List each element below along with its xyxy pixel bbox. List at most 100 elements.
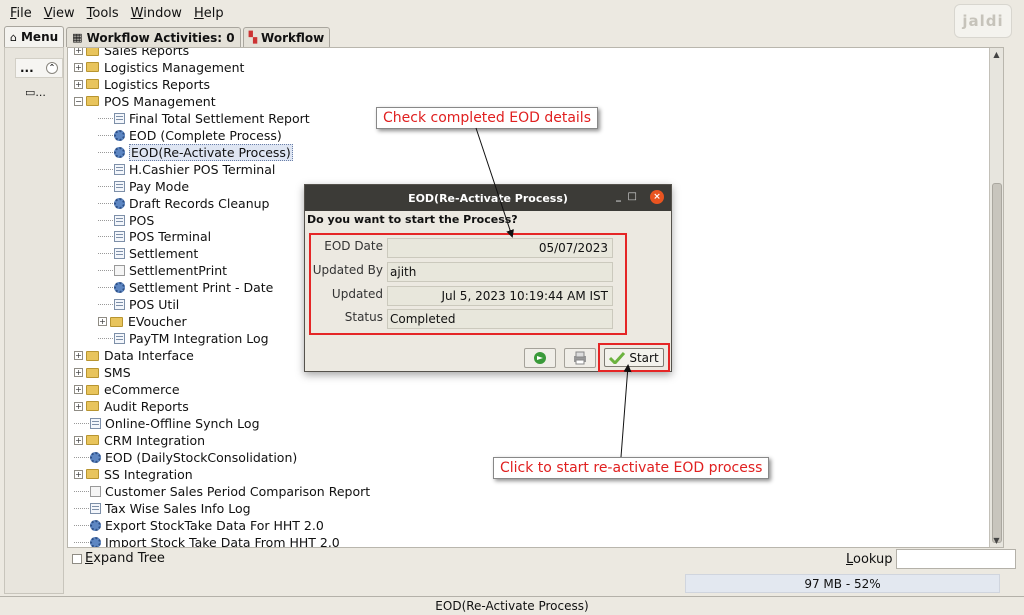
- callout-click-start: Click to start re-activate EOD process: [493, 457, 770, 479]
- tree-item-label: Tax Wise Sales Info Log: [105, 500, 251, 516]
- tree-item-label: Export StockTake Data For HHT 2.0: [105, 517, 324, 533]
- callout-check-details: Check completed EOD details: [376, 107, 598, 129]
- print-button[interactable]: [564, 348, 596, 368]
- expand-icon[interactable]: +: [74, 48, 83, 55]
- tree-item[interactable]: Export StockTake Data For HHT 2.0: [74, 517, 324, 534]
- eod-date-field: 05/07/2023: [387, 238, 613, 258]
- tree-item[interactable]: − POS Management: [74, 93, 216, 110]
- expand-icon[interactable]: +: [98, 317, 107, 327]
- dialog-title-bar[interactable]: EOD(Re-Activate Process) _ □ ×: [305, 185, 671, 211]
- expand-icon[interactable]: +: [74, 62, 83, 72]
- tree-item[interactable]: + Audit Reports: [74, 398, 189, 415]
- start-button[interactable]: Start: [604, 348, 664, 367]
- tree-item-label: Final Total Settlement Report: [129, 110, 310, 126]
- folder-icon: [86, 62, 99, 73]
- scroll-down-icon[interactable]: ▼: [990, 534, 1003, 547]
- folder-icon: [86, 79, 99, 90]
- workflow-icon: ▚: [248, 31, 258, 44]
- tree-item[interactable]: + CRM Integration: [74, 432, 205, 449]
- tree-item-label: eCommerce: [104, 382, 180, 397]
- tree-item[interactable]: Customer Sales Period Comparison Report: [74, 483, 370, 500]
- menu-window[interactable]: Window: [125, 6, 188, 21]
- tree-item[interactable]: + Sales Reports: [74, 47, 190, 59]
- menu-tools[interactable]: Tools: [81, 6, 125, 21]
- menu-file[interactable]: File: [4, 6, 38, 21]
- tree-item[interactable]: POS: [98, 212, 154, 229]
- tree-item-label: Data Interface: [104, 348, 194, 364]
- folder-icon: [110, 316, 123, 327]
- tab-menu[interactable]: ⌂ Menu: [4, 26, 65, 47]
- tree-item-label: POS Terminal: [129, 229, 212, 245]
- tab-workflow[interactable]: ▚ Workflow: [242, 27, 331, 47]
- left-panel-header[interactable]: ... ⌃: [15, 58, 63, 78]
- close-icon[interactable]: ×: [650, 190, 664, 204]
- expand-icon[interactable]: +: [74, 435, 83, 445]
- scroll-thumb[interactable]: [992, 183, 1002, 543]
- vertical-scrollbar[interactable]: ▲ ▼: [989, 48, 1003, 547]
- menu-view[interactable]: View: [38, 6, 81, 21]
- form-icon: [114, 180, 125, 192]
- tree-item[interactable]: + Data Interface: [74, 347, 194, 364]
- status-bar: EOD(Re-Activate Process): [0, 596, 1024, 615]
- process-gear-icon: [114, 197, 125, 209]
- printer-icon: [574, 351, 586, 365]
- expand-icon[interactable]: +: [74, 401, 83, 411]
- tree-item-label: Sales Reports: [104, 47, 190, 58]
- minimize-icon[interactable]: _: [616, 191, 621, 202]
- tree-item[interactable]: Draft Records Cleanup: [98, 195, 270, 212]
- tree-item[interactable]: Import Stock Take Data From HHT 2.0: [74, 534, 340, 548]
- expand-icon[interactable]: +: [74, 351, 83, 361]
- updated-label: Updated: [331, 287, 383, 301]
- tree-item[interactable]: Pay Mode: [98, 178, 189, 195]
- dialog-question: Do you want to start the Process?: [307, 213, 518, 226]
- tree-item-label: Import Stock Take Data From HHT 2.0: [105, 534, 340, 548]
- scroll-up-icon[interactable]: ▲: [990, 48, 1003, 61]
- folder-icon: [86, 435, 99, 446]
- process-gear-icon: [90, 519, 101, 531]
- tree-item[interactable]: POS Terminal: [98, 228, 211, 245]
- tree-item[interactable]: POS Util: [98, 296, 179, 313]
- folder-icon: [86, 469, 99, 480]
- expand-icon[interactable]: +: [74, 79, 83, 89]
- tree-item[interactable]: EOD (DailyStockConsolidation): [74, 449, 297, 466]
- tree-item[interactable]: + SS Integration: [74, 466, 193, 483]
- expand-tree-checkbox[interactable]: Expand Tree: [72, 551, 165, 566]
- form-icon: [114, 231, 125, 243]
- tree-item[interactable]: + SMS: [74, 364, 131, 381]
- process-gear-icon: [114, 146, 125, 158]
- maximize-icon[interactable]: □: [628, 191, 637, 202]
- tree-item[interactable]: PayTM Integration Log: [98, 330, 269, 347]
- menu-help[interactable]: Help: [188, 6, 230, 21]
- tree-item[interactable]: + eCommerce: [74, 381, 180, 398]
- tree-item-label: PayTM Integration Log: [129, 331, 269, 347]
- collapse-icon[interactable]: −: [74, 96, 83, 106]
- tree-item[interactable]: + EVoucher: [98, 313, 187, 330]
- lookup-input[interactable]: [896, 549, 1016, 569]
- tree-item[interactable]: Final Total Settlement Report: [98, 110, 310, 127]
- tree-item[interactable]: Settlement Print - Date: [98, 279, 273, 296]
- expand-icon[interactable]: +: [74, 385, 83, 394]
- eod-details-highlight: EOD Date 05/07/2023 Updated By ajith Upd…: [309, 233, 627, 335]
- collapse-up-icon[interactable]: ⌃: [46, 62, 58, 74]
- expand-icon[interactable]: +: [74, 368, 83, 378]
- tree-item[interactable]: Tax Wise Sales Info Log: [74, 500, 251, 517]
- tree-item[interactable]: Settlement: [98, 245, 198, 262]
- tab-workflow-activities[interactable]: ▦ Workflow Activities: 0: [66, 27, 241, 47]
- expand-icon[interactable]: +: [74, 469, 83, 479]
- tree-item[interactable]: Online-Offline Synch Log: [74, 415, 260, 432]
- updated-by-field: ajith: [387, 262, 613, 282]
- tree-item[interactable]: EOD(Re-Activate Process): [98, 143, 293, 161]
- tree-item[interactable]: H.Cashier POS Terminal: [98, 161, 275, 178]
- tree-item[interactable]: SettlementPrint: [98, 262, 227, 279]
- folder-icon: [86, 96, 99, 107]
- form-icon: [90, 502, 101, 514]
- tree-item[interactable]: + Logistics Reports: [74, 76, 210, 93]
- left-panel-item[interactable]: ▭...: [25, 86, 46, 99]
- tree-item[interactable]: EOD (Complete Process): [98, 127, 282, 144]
- tree-item[interactable]: + Logistics Management: [74, 59, 244, 76]
- eod-date-label: EOD Date: [324, 239, 383, 253]
- jaldi-logo: jaldi: [954, 4, 1012, 38]
- refresh-button[interactable]: [524, 348, 556, 368]
- tree-item-label: EOD (Complete Process): [129, 127, 282, 143]
- checkbox-icon[interactable]: [72, 553, 82, 564]
